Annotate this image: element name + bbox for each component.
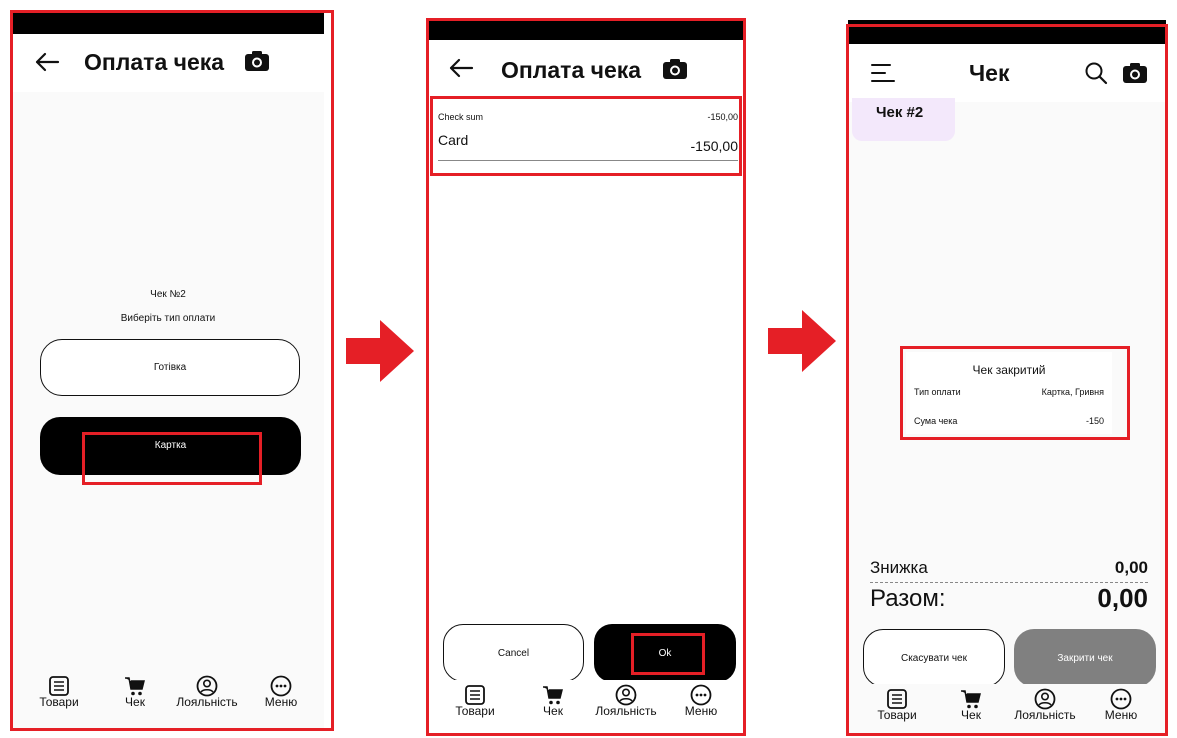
list-icon [465,685,485,705]
tab-menu-label: Меню [264,695,298,709]
receipt-tab-label: Чек #2 [876,104,924,121]
payment-type-prompt: Виберіть тип оплати [120,313,216,324]
tab-loyalty-label: Лояльність [176,695,238,709]
screen-payment-type: Оплата чека Чек №2 Виберіть тип оплати Г… [12,12,324,729]
check-sum-value: -150,00 [707,112,738,122]
page-title: Оплата чека [501,57,642,83]
cart-icon [125,677,145,696]
card-label: Card [438,132,469,148]
amount-underline [438,160,738,161]
bottom-tab-bar: Товари Чек Лояльність Меню [12,671,324,719]
back-arrow-icon[interactable] [34,52,60,72]
cart-icon [961,690,981,709]
cancel-receipt-button[interactable]: Скасувати чек [863,629,1005,687]
cancel-receipt-label: Скасувати чек [900,653,967,664]
tab-goods[interactable]: Товари [862,688,932,722]
search-icon[interactable] [1084,61,1108,85]
discount-value: 0,00 [1114,558,1148,577]
tab-menu[interactable]: Меню [666,684,736,718]
app-header: Оплата чека [12,34,324,92]
tab-menu[interactable]: Меню [1086,688,1156,722]
receipt-closed-card: Чек закритий Тип оплати Картка, Гривня С… [906,352,1112,434]
tab-menu[interactable]: Меню [246,675,316,709]
list-icon [887,689,907,709]
page-title: Оплата чека [84,49,225,75]
tab-loyalty-label: Лояльність [595,704,657,718]
cart-icon [543,686,563,705]
user-circle-icon [615,684,637,706]
tab-receipt-label: Чек [125,695,145,709]
tab-receipt[interactable]: Чек [100,675,170,709]
list-icon [49,676,69,696]
back-arrow-icon[interactable] [448,58,474,78]
tab-loyalty[interactable]: Лояльність [172,675,242,709]
tab-receipt[interactable]: Чек [518,684,588,718]
tab-goods-label: Товари [455,704,495,718]
receipt-sum-label: Сума чека [914,416,958,426]
tab-goods-label: Товари [39,695,79,709]
receipt-tab-chip[interactable]: Чек #2 [852,98,955,141]
tab-menu-label: Меню [1104,708,1138,722]
card-button-label: Картка [154,440,187,451]
receipt-sum-value: -150 [1085,416,1104,426]
flow-arrow-icon [768,310,836,372]
ok-button-label: Ok [658,648,672,659]
tab-goods[interactable]: Товари [24,675,94,709]
close-receipt-button[interactable]: Закрити чек [1014,629,1156,687]
discount-label: Знижка [870,558,928,577]
tab-loyalty[interactable]: Лояльність [1010,688,1080,722]
payment-type-value: Картка, Гривня [1041,387,1104,397]
camera-icon[interactable] [244,50,270,72]
payment-summary: Check sum -150,00 Card -150,00 [436,104,740,164]
camera-icon[interactable] [1122,62,1148,84]
tab-loyalty[interactable]: Лояльність [591,684,661,718]
app-header: Оплата чека [428,40,744,96]
more-icon [270,675,292,697]
status-bar [428,18,744,40]
cash-button-label: Готівка [153,362,187,373]
tab-goods[interactable]: Товари [440,684,510,718]
tab-receipt[interactable]: Чек [936,688,1006,722]
close-receipt-label: Закрити чек [1057,653,1113,664]
flow-arrow-icon [346,320,414,382]
bottom-tab-bar: Товари Чек Лояльність Меню [848,684,1166,732]
camera-icon[interactable] [662,58,688,80]
page-title: Чек [969,60,1010,86]
hamburger-icon[interactable] [870,62,896,84]
tab-loyalty-label: Лояльність [1014,708,1076,722]
more-icon [1110,688,1132,710]
cash-button[interactable]: Готівка [40,339,300,396]
status-bar [848,20,1166,44]
payment-type-label: Тип оплати [914,387,961,397]
more-icon [690,684,712,706]
tab-receipt-label: Чек [961,708,981,722]
check-sum-label: Check sum [438,112,484,122]
tab-goods-label: Товари [877,708,917,722]
total-label: Разом: [870,585,946,612]
user-circle-icon [1034,688,1056,710]
card-amount-field[interactable]: -150,00 [691,138,738,154]
receipt-number: Чек №2 [150,289,186,300]
tab-receipt-label: Чек [543,704,563,718]
screen-receipt-closed: Чек Чек #2 Чек закритий Тип оплати Картк… [848,20,1166,734]
app-header: Чек [848,44,1166,102]
receipt-closed-title: Чек закритий [972,363,1046,377]
ok-button[interactable]: Ok [594,624,736,682]
total-value: 0,00 [1097,583,1148,613]
card-button[interactable]: Картка [40,417,301,475]
cancel-button[interactable]: Cancel [443,624,584,682]
status-bar [12,12,324,34]
user-circle-icon [196,675,218,697]
screen-payment-confirm: Оплата чека Check sum -150,00 Card -150,… [428,18,744,734]
cancel-button-label: Cancel [497,648,530,659]
tab-menu-label: Меню [684,704,718,718]
bottom-tab-bar: Товари Чек Лояльність Меню [428,680,744,728]
